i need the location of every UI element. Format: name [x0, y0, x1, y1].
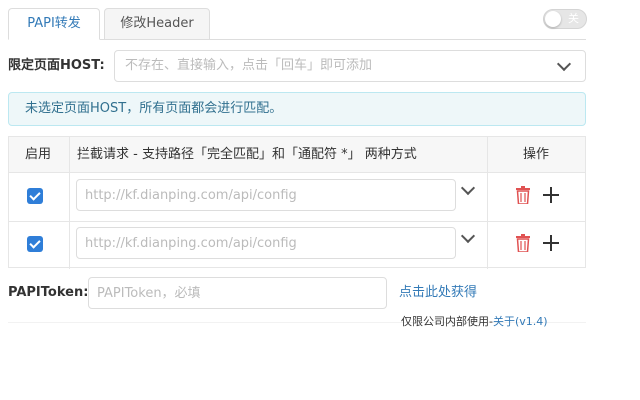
tab-modify-header[interactable]: 修改Header [104, 8, 210, 40]
get-token-link[interactable]: 点击此处获得 [399, 277, 477, 309]
chevron-down-icon[interactable] [460, 228, 476, 244]
row-enable-checkbox[interactable] [27, 188, 43, 204]
row-enable-checkbox[interactable] [27, 236, 43, 252]
header-action: 操作 [523, 147, 550, 162]
tab-papi-forward[interactable]: PAPI转发 [8, 8, 100, 40]
host-select[interactable]: 不存在、直接输入，点击「回车」即可添加 [114, 50, 586, 82]
token-row: PAPIToken: 点击此处获得 [8, 277, 586, 309]
tab-bar: PAPI转发 修改Header [8, 8, 586, 40]
header-rule: 拦截请求 - 支持路径「完全匹配」和「通配符 *」 两种方式 [77, 147, 417, 162]
rule-url-input[interactable] [76, 179, 456, 211]
rules-table: 启用 拦截请求 - 支持路径「完全匹配」和「通配符 *」 两种方式 操作 [8, 136, 586, 269]
toggle-knob [545, 11, 561, 27]
rule-url-input[interactable] [76, 227, 456, 259]
enable-toggle[interactable]: 关 [543, 9, 587, 29]
info-alert: 未选定页面HOST，所有页面都会进行匹配。 [8, 92, 586, 126]
trash-icon[interactable] [516, 186, 530, 204]
table-row [9, 221, 585, 269]
host-row: 限定页面HOST: 不存在、直接输入，点击「回车」即可添加 [8, 50, 586, 82]
token-input[interactable] [88, 277, 387, 309]
toggle-label: 关 [568, 12, 579, 25]
host-placeholder: 不存在、直接输入，点击「回车」即可添加 [125, 58, 373, 73]
header-enable: 启用 [25, 147, 52, 162]
token-label: PAPIToken: [8, 285, 89, 300]
chevron-down-icon[interactable] [460, 180, 476, 196]
footer-text: 仅限公司内部使用- [401, 315, 493, 328]
add-row-icon[interactable] [543, 235, 559, 251]
table-row [9, 173, 585, 221]
about-link[interactable]: 关于(v1.4) [493, 315, 548, 328]
chevron-down-icon[interactable] [556, 56, 572, 72]
host-label: 限定页面HOST: [8, 58, 105, 73]
footer: 仅限公司内部使用-关于(v1.4) [401, 314, 548, 330]
add-row-icon[interactable] [543, 187, 559, 203]
trash-icon[interactable] [516, 234, 530, 252]
